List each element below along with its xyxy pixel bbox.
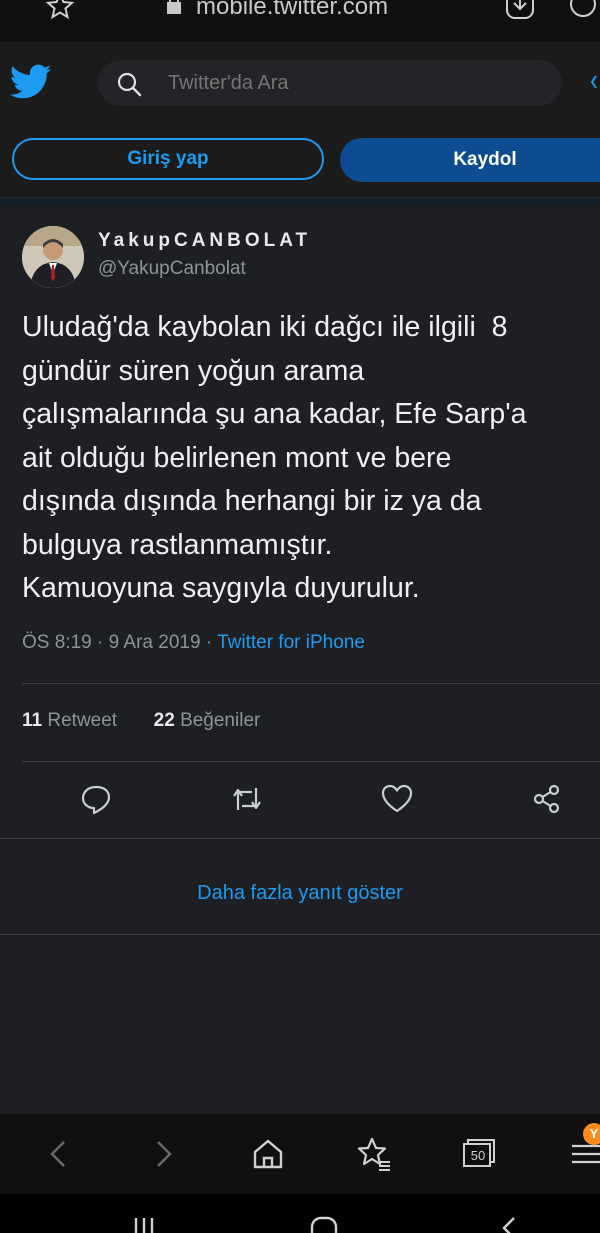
meta-separator: · [97, 632, 104, 653]
menu-circle-icon[interactable] [566, 0, 600, 22]
retweet-count: 11 [22, 710, 43, 731]
tweet-text: Uludağ'da kaybolan iki dağcı ile ilgili … [22, 311, 527, 604]
recent-apps-icon[interactable] [124, 1214, 164, 1233]
system-nav-bar [0, 1194, 600, 1233]
retweet-label: Retweet [47, 710, 118, 731]
twitter-bird-icon[interactable] [10, 64, 52, 100]
tabs-button[interactable]: 50 [460, 1134, 500, 1174]
bookmark-star-icon[interactable] [46, 0, 74, 20]
signup-button[interactable]: Kaydol [340, 138, 600, 182]
retweet-stat[interactable]: 11 Retweet [22, 710, 117, 731]
tweet-source-link[interactable]: Twitter for iPhone [217, 632, 365, 653]
show-more-replies-link[interactable]: Daha fazla yanıt göster [0, 882, 600, 905]
bookmarks-star-icon[interactable] [354, 1134, 394, 1174]
search-box[interactable] [98, 60, 562, 106]
browser-url-bar: mobile.twitter.com [0, 0, 600, 42]
share-icon[interactable] [530, 782, 564, 816]
tweet-actions [0, 782, 600, 822]
system-home-icon[interactable] [304, 1214, 344, 1233]
notification-badge: Y [583, 1123, 600, 1145]
divider [22, 683, 600, 684]
divider [0, 934, 600, 935]
user-handle[interactable]: @YakupCanbolat [98, 258, 246, 280]
meta-separator: · [205, 632, 213, 653]
like-stat[interactable]: 22 Beğeniler [154, 710, 261, 731]
tweet-date: 9 Ara 2019 [108, 632, 201, 653]
tweet-card: YakupCANBOLAT @YakupCanbolat Uludağ'da k… [0, 206, 600, 1114]
display-name[interactable]: YakupCANBOLAT [98, 230, 311, 252]
forward-arrow-icon[interactable] [144, 1134, 184, 1174]
tweet-meta: ÖS 8:19 · 9 Ara 2019 · Twitter for iPhon… [22, 632, 365, 654]
download-icon[interactable] [504, 0, 536, 22]
reply-icon[interactable] [79, 782, 113, 816]
divider [0, 838, 600, 839]
lock-icon [167, 0, 181, 14]
like-heart-icon[interactable] [380, 782, 414, 816]
retweet-icon[interactable] [230, 782, 264, 816]
twitter-header [0, 42, 600, 122]
login-button[interactable]: Giriş yap [12, 138, 324, 180]
search-input[interactable] [168, 70, 528, 96]
tweet-stats: 11 Retweet 22 Beğeniler [22, 710, 260, 732]
like-label: Beğeniler [180, 710, 261, 731]
back-arrow-icon[interactable] [38, 1134, 78, 1174]
tabs-count: 50 [470, 1148, 486, 1163]
divider [22, 761, 600, 762]
tweet-time: ÖS 8:19 [22, 632, 92, 653]
like-count: 22 [153, 710, 175, 731]
auth-bar: Giriş yap Kaydol [0, 122, 600, 198]
search-icon [117, 72, 142, 97]
system-back-icon[interactable] [488, 1214, 528, 1233]
avatar[interactable] [22, 226, 84, 288]
avatar-image [22, 226, 84, 288]
home-icon[interactable] [248, 1134, 288, 1174]
header-more-icon[interactable] [590, 74, 600, 90]
url-text[interactable]: mobile.twitter.com [196, 0, 388, 22]
browser-bottom-nav: 50 Y [0, 1114, 600, 1194]
